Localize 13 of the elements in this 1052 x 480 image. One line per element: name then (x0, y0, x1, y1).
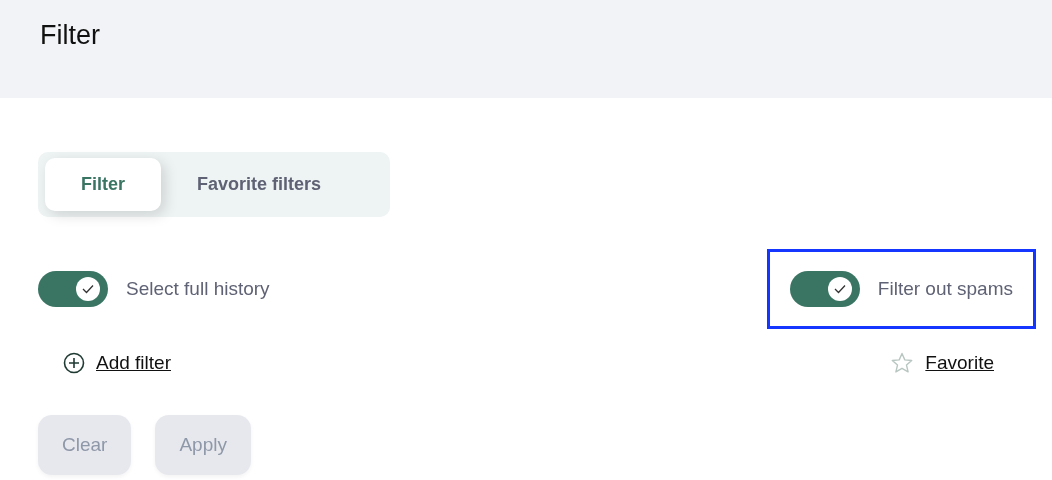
check-icon (833, 284, 846, 294)
toggle-switch[interactable] (38, 271, 108, 307)
tab[interactable]: Favorite filters (161, 158, 358, 211)
page-title: Filter (40, 20, 100, 51)
plus-circle-icon (63, 352, 85, 374)
toggle-label: Select full history (126, 278, 270, 300)
favorite-link[interactable]: Favorite (925, 352, 994, 374)
star-icon (890, 351, 915, 375)
toggle-label: Filter out spams (877, 278, 1013, 300)
toggle-switch[interactable] (789, 271, 860, 307)
add-filter-link[interactable]: Add filter (96, 352, 171, 374)
tab[interactable]: Filter (45, 158, 161, 211)
check-icon (82, 284, 94, 294)
